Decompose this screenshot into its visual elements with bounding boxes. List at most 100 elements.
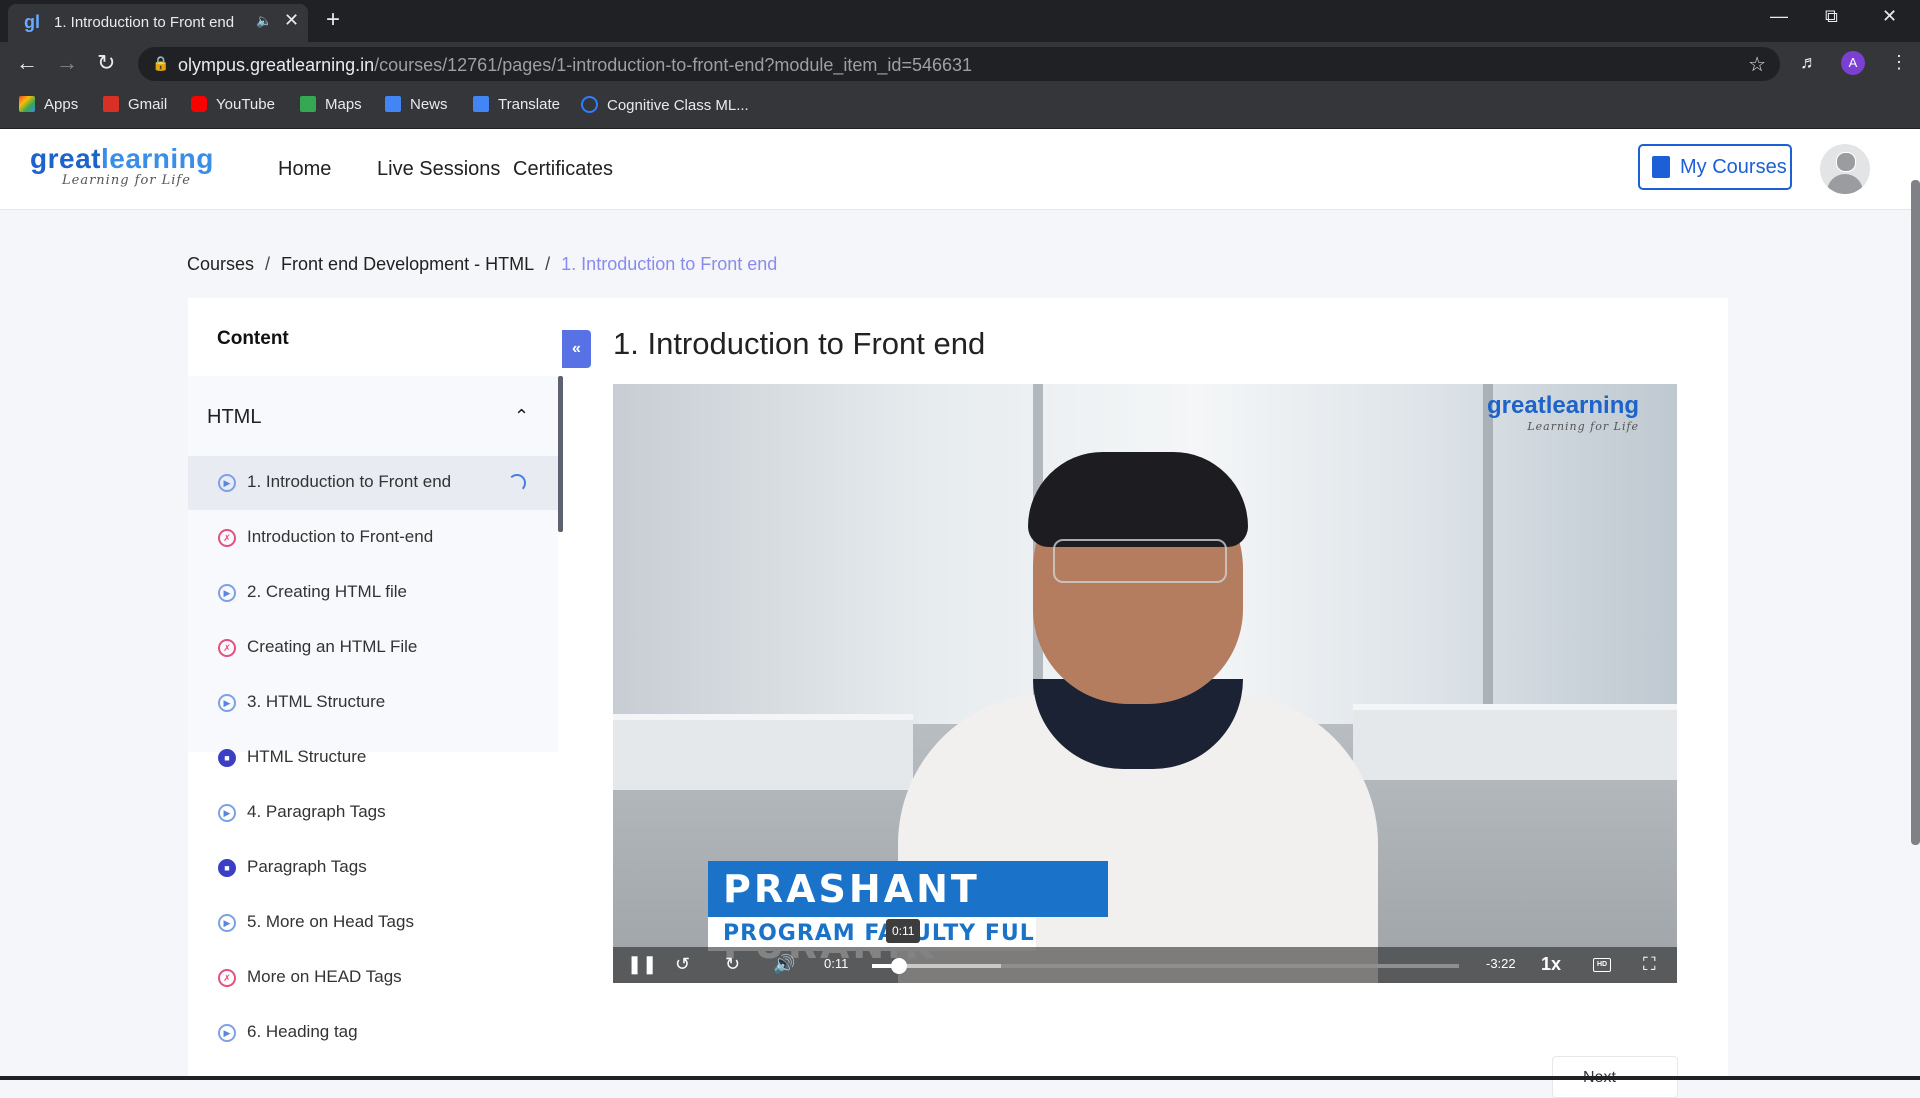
- sidebar-item[interactable]: ▶ 5. More on Head Tags: [188, 896, 558, 950]
- sidebar-item-label: 2. Creating HTML file: [247, 582, 407, 601]
- sidebar-item[interactable]: ▶ 3. HTML Structure: [188, 676, 558, 730]
- book-icon: [1652, 156, 1670, 178]
- play-circle-icon: ▶: [218, 694, 236, 712]
- sidebar-item[interactable]: ▶ 1. Introduction to Front end: [188, 456, 558, 510]
- avatar-head-shape: [1836, 152, 1856, 172]
- bookmark-gmail[interactable]: Gmail: [103, 96, 167, 113]
- browser-tabstrip: gl 1. Introduction to Front end 🔈 ✕ + — …: [0, 0, 1920, 42]
- seek-bar[interactable]: [872, 958, 1459, 974]
- play-circle-icon: ▶: [218, 914, 236, 932]
- minimize-icon[interactable]: —: [1770, 6, 1788, 27]
- bookmark-star-icon[interactable]: ☆: [1748, 52, 1766, 77]
- play-circle-icon: ▶: [218, 804, 236, 822]
- bookmark-cognitive-class[interactable]: Cognitive Class ML...: [581, 96, 749, 114]
- play-circle-icon: ▶: [218, 474, 236, 492]
- volume-icon[interactable]: 🔊: [773, 954, 795, 975]
- sidebar-item-label: 4. Paragraph Tags: [247, 802, 386, 821]
- seek-handle[interactable]: [891, 958, 907, 974]
- sidebar-item-label: Paragraph Tags: [247, 857, 367, 876]
- bookmark-youtube[interactable]: YouTube: [191, 96, 275, 113]
- remaining-time: -3:22: [1486, 956, 1516, 971]
- url-text: olympus.greatlearning.in/courses/12761/p…: [178, 55, 973, 75]
- sidebar-item[interactable]: ✗ Creating an HTML File: [188, 621, 558, 675]
- pause-icon[interactable]: ❚❚: [627, 954, 657, 975]
- sidebar-item-label: Creating an HTML File: [247, 637, 418, 656]
- video-controls: ❚❚ ↺ ↻ 🔊 0:11 -3:22 1x HD ⛶: [613, 947, 1677, 983]
- profile-avatar[interactable]: A: [1841, 51, 1865, 75]
- breadcrumb-course[interactable]: Front end Development - HTML: [281, 254, 534, 274]
- tab-audio-icon[interactable]: 🔈: [256, 13, 272, 29]
- breadcrumb-separator: /: [545, 254, 551, 274]
- avatar-body-shape: [1827, 174, 1863, 194]
- close-window-icon[interactable]: ✕: [1882, 6, 1897, 27]
- sidebar-item[interactable]: ✗ More on HEAD Tags: [188, 951, 558, 1005]
- apps-grid-icon: [19, 96, 35, 112]
- tab-close-icon[interactable]: ✕: [284, 10, 299, 31]
- address-bar[interactable]: 🔒 olympus.greatlearning.in/courses/12761…: [138, 47, 1780, 81]
- forward-skip-icon[interactable]: ↻: [725, 954, 740, 975]
- sidebar-item-label: Introduction to Front-end: [247, 527, 434, 546]
- youtube-icon: [191, 96, 207, 112]
- news-icon: [385, 96, 401, 112]
- module-title[interactable]: HTML: [207, 406, 261, 429]
- sidebar-item[interactable]: ■ Paragraph Tags: [188, 841, 558, 895]
- restore-icon[interactable]: ⧉: [1825, 6, 1838, 27]
- sidebar-item-label: 5. More on Head Tags: [247, 912, 414, 931]
- sidebar-scrollbar[interactable]: [558, 376, 563, 532]
- reload-icon[interactable]: ↻: [97, 50, 115, 76]
- favicon-icon: gl: [24, 12, 40, 32]
- logo-tagline: Learning for Life: [62, 173, 191, 188]
- sidebar-item[interactable]: ▶ 2. Creating HTML file: [188, 566, 558, 620]
- taskbar-edge: [0, 1076, 1920, 1080]
- browser-toolbar: ← → ↻ 🔒 olympus.greatlearning.in/courses…: [0, 42, 1920, 86]
- bookmark-news[interactable]: News: [385, 96, 448, 113]
- nav-certificates[interactable]: Certificates: [513, 158, 613, 181]
- back-icon[interactable]: ←: [16, 50, 38, 76]
- user-avatar[interactable]: [1820, 144, 1870, 194]
- menu-kebab-icon[interactable]: ⋮: [1890, 52, 1908, 73]
- sidebar-item[interactable]: ▶ 4. Paragraph Tags: [188, 786, 558, 840]
- browser-tab[interactable]: gl 1. Introduction to Front end 🔈 ✕: [8, 4, 308, 42]
- document-icon: ■: [218, 859, 236, 877]
- sidebar-item-label: 3. HTML Structure: [247, 692, 386, 711]
- playback-speed-button[interactable]: 1x: [1541, 954, 1561, 975]
- sidebar-item[interactable]: ■ HTML Structure: [188, 731, 558, 785]
- page-scrollbar[interactable]: [1911, 180, 1920, 845]
- lower-third-role: PROGRAM FACULTY FULL STACK: [708, 917, 1036, 951]
- my-courses-button[interactable]: My Courses: [1638, 144, 1792, 190]
- bookmark-apps[interactable]: Apps: [19, 96, 78, 113]
- breadcrumb-separator: /: [265, 254, 271, 274]
- seek-tooltip: 0:11: [886, 919, 921, 943]
- bookmarks-bar: Apps Gmail YouTube Maps News Translate C…: [0, 86, 1920, 129]
- bookmark-maps[interactable]: Maps: [300, 96, 362, 113]
- nav-live-sessions[interactable]: Live Sessions: [377, 158, 500, 181]
- forward-icon[interactable]: →: [56, 50, 78, 76]
- nav-home[interactable]: Home: [278, 158, 331, 181]
- media-control-icon[interactable]: ♬: [1800, 52, 1818, 73]
- rewind-icon[interactable]: ↺: [675, 954, 690, 975]
- hd-quality-icon[interactable]: HD: [1593, 958, 1611, 972]
- recording-icon: ✗: [218, 969, 236, 987]
- my-courses-label: My Courses: [1680, 156, 1787, 178]
- breadcrumb-courses[interactable]: Courses: [187, 254, 254, 274]
- chevron-up-icon[interactable]: ⌃: [514, 406, 529, 427]
- sidebar-item[interactable]: ✗ Introduction to Front-end: [188, 511, 558, 565]
- collapse-sidebar-button[interactable]: «: [562, 330, 591, 368]
- sidebar-title: Content: [217, 328, 289, 349]
- content-sidebar: Content HTML ⌃ ▶ 1. Introduction to Front…: [188, 298, 563, 1080]
- sidebar-item-label: HTML Structure: [247, 747, 367, 766]
- sidebar-item[interactable]: ▶ 6. Heading tag: [188, 1006, 558, 1060]
- new-tab-button[interactable]: +: [326, 6, 340, 34]
- fullscreen-icon[interactable]: ⛶: [1643, 954, 1656, 975]
- bookmark-translate[interactable]: Translate: [473, 96, 560, 113]
- sidebar-item-label: 6. Heading tag: [247, 1022, 358, 1041]
- loading-spinner-icon: [508, 474, 526, 492]
- video-player[interactable]: greatlearning Learning for Life PRASHANT…: [613, 384, 1677, 983]
- presenter-hair: [1028, 452, 1248, 547]
- document-icon: ■: [218, 749, 236, 767]
- greatlearning-logo[interactable]: greatlearning Learning for Life: [30, 145, 214, 189]
- tab-title: 1. Introduction to Front end: [54, 14, 235, 31]
- lesson-title: 1. Introduction to Front end: [613, 326, 986, 361]
- video-watermark-logo: greatlearning Learning for Life: [1487, 392, 1640, 433]
- recording-icon: ✗: [218, 529, 236, 547]
